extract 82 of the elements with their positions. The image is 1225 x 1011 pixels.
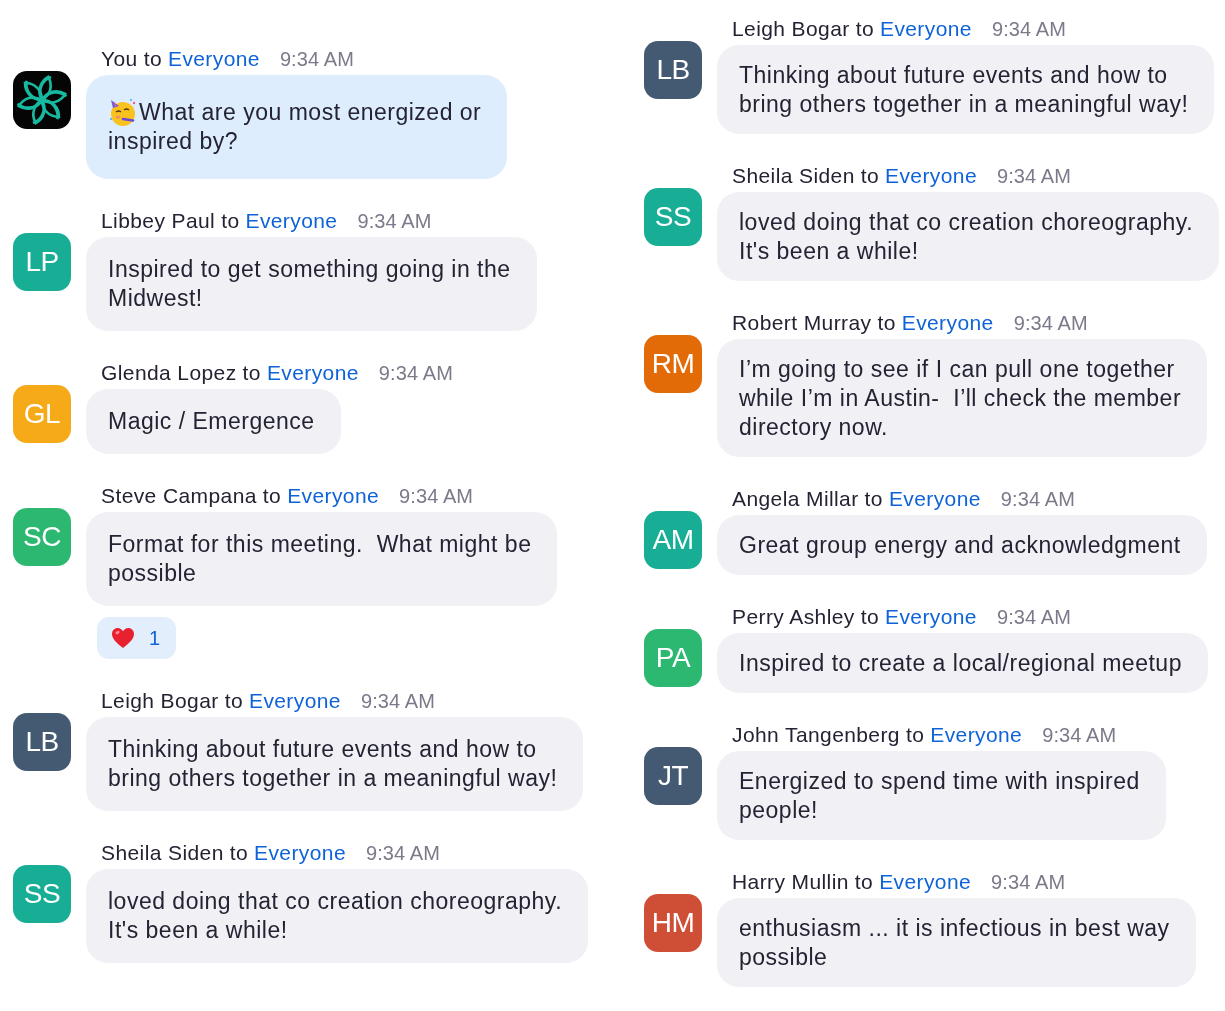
message-time: 9:34 AM [366,841,441,865]
recipient-name: Everyone [885,605,977,629]
initials-avatar: SC [13,508,71,566]
initials-avatar: AM [644,511,702,569]
message-text: enthusiasm ... it is infectious in best way possible [739,914,1170,972]
message-text: loved doing that co creation choreography. It's been a while! [739,208,1194,266]
sender-name: Harry Mullin [732,870,849,894]
message-time: 9:34 AM [399,484,474,508]
recipient-name: Everyone [888,487,981,511]
recipient-name: Everyone [880,17,972,41]
recipient-name: Everyone [167,47,260,71]
to-label: to [905,723,925,747]
message-text: I’m going to see if I can pull one together while I’m in Austin- I’ll check the member directory now. [739,355,1182,442]
message-text: What are you most energized or [139,97,482,127]
heart-icon [111,627,135,649]
recipient-name: Everyone [930,723,1023,747]
message-time: 9:34 AM [991,17,1066,41]
message-time: 9:34 AM [279,47,354,71]
initials-avatar: RM [644,335,702,393]
to-label: to [860,605,879,629]
to-label: to [864,487,883,511]
sender-name: Angela Millar [732,487,859,511]
initials-avatar: LB [644,41,702,99]
message-text: Great group energy and acknowledgment [739,531,1181,560]
recipient-name: Everyone [245,209,338,233]
initials-avatar: GL [13,385,71,443]
recipient-name: Everyone [885,164,977,188]
sender-name: Sheila Siden [732,164,855,188]
message-time: 9:34 AM [997,164,1072,188]
recipient-name: Everyone [249,689,341,713]
initials-avatar: SS [644,188,702,246]
message-text: inspired by? [108,127,240,156]
to-label: to [860,164,880,188]
to-label: to [855,17,874,41]
party-face-icon [108,97,138,127]
initials-avatar: HM [644,894,702,952]
sender-name: John Tangenberg [732,723,900,747]
sender-name: Robert Murray [732,311,872,335]
recipient-name: Everyone [901,311,994,335]
sender-name: You [101,47,138,71]
recipient-name: Everyone [879,870,972,894]
message-time: 9:34 AM [357,209,432,233]
recipient-name: Everyone [254,841,346,865]
flower-logo-icon [13,71,71,129]
initials-avatar: LP [13,233,71,291]
sender-name: Sheila Siden [101,841,224,865]
to-label: to [229,841,249,865]
to-label: to [262,484,282,508]
message-text: Energized to spend time with inspired people! [739,767,1140,825]
message-time: 9:34 AM [378,361,453,385]
message-text: Inspired to get something going in the Midwest! [108,255,511,313]
to-label: to [877,311,896,335]
initials-avatar: JT [644,747,702,805]
message-text: Inspired to create a local/regional meetup [739,649,1182,678]
sender-name: Leigh Bogar [732,17,850,41]
sender-name: Steve Campana [101,484,257,508]
recipient-name: Everyone [266,361,359,385]
to-label: to [242,361,261,385]
message-text: Format for this meeting. What might be possible [108,530,532,588]
initials-avatar: PA [644,629,702,687]
message-time: 9:34 AM [360,689,435,713]
message-text: loved doing that co creation choreography. It's been a while! [108,887,563,945]
sender-name: Libbey Paul [101,209,216,233]
to-label: to [224,689,243,713]
message-time: 9:34 AM [996,605,1072,629]
to-label: to [854,870,874,894]
initials-avatar: SS [13,865,71,923]
message-text: Magic / Emergence [108,407,315,436]
recipient-name: Everyone [287,484,380,508]
message-text: Thinking about future events and how to bring others together in a meaningful way! [739,61,1189,119]
sender-name: Perry Ashley [732,605,855,629]
to-label: to [221,209,240,233]
to-label: to [143,47,162,71]
message-time: 9:34 AM [1013,311,1088,335]
message-text: Thinking about future events and how to bring others together in a meaningful way! [108,735,558,793]
sender-name: Leigh Bogar [101,689,219,713]
message-time: 9:34 AM [991,870,1066,894]
message-time: 9:34 AM [1042,723,1117,747]
sender-name: Glenda Lopez [101,361,237,385]
reaction-button[interactable]: 1 [97,617,177,659]
initials-avatar: LB [13,713,71,771]
message-time: 9:34 AM [1000,487,1075,511]
